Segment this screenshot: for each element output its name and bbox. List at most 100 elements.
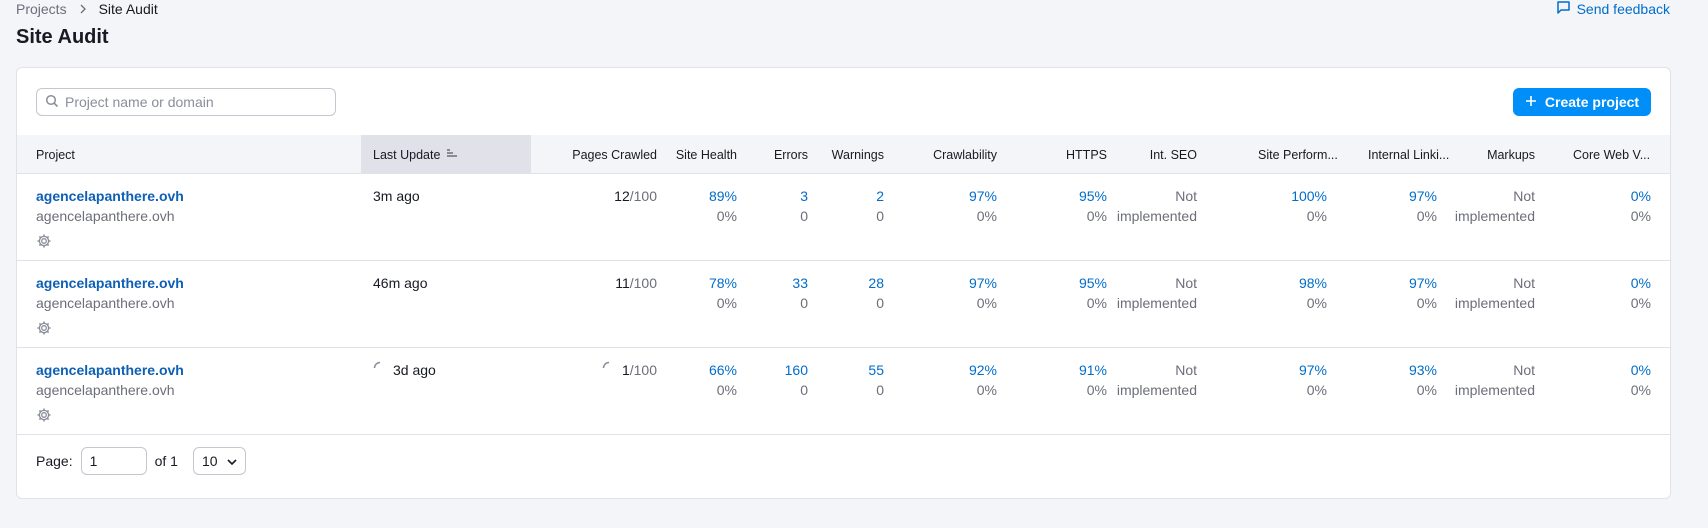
project-name-link[interactable]: agencelapanthere.ovh	[36, 275, 184, 291]
site-performance-value[interactable]: 97%	[1299, 361, 1327, 381]
col-int-seo[interactable]: Int. SEO	[1150, 135, 1197, 174]
https-delta: 0%	[1086, 381, 1107, 398]
errors-delta: 0	[800, 381, 808, 398]
int-seo-status: Not	[1175, 188, 1197, 204]
table-header: Project Last Update Pages Crawled Site H…	[17, 135, 1670, 174]
internal-linking-value[interactable]: 97%	[1409, 274, 1437, 294]
core-web-vitals-value[interactable]: 0%	[1631, 187, 1651, 207]
site-health-delta: 0%	[716, 294, 737, 311]
errors-value[interactable]: 33	[792, 274, 808, 294]
markups-status: Not	[1513, 188, 1535, 204]
project-name-link[interactable]: agencelapanthere.ovh	[36, 188, 184, 204]
markups-status: Not	[1513, 275, 1535, 291]
crawlability-value[interactable]: 92%	[969, 361, 997, 381]
col-warnings[interactable]: Warnings	[832, 135, 884, 174]
pages-crawled-count: 12	[614, 188, 630, 204]
sort-icon	[446, 148, 458, 162]
last-update: 3m ago	[373, 188, 420, 204]
pages-crawled: 12/100	[614, 187, 657, 207]
loading-spinner-icon	[373, 361, 387, 381]
internal-linking-value[interactable]: 97%	[1409, 187, 1437, 207]
col-last-update-label: Last Update	[373, 147, 441, 162]
col-site-health[interactable]: Site Health	[676, 135, 737, 174]
col-pages-crawled[interactable]: Pages Crawled	[572, 135, 657, 174]
col-https[interactable]: HTTPS	[1066, 135, 1107, 174]
markups-status-2: implemented	[1454, 207, 1535, 224]
pages-crawled-count: 1	[621, 362, 630, 378]
site-performance-value[interactable]: 100%	[1291, 187, 1327, 207]
internal-linking-delta: 0%	[1416, 294, 1437, 311]
int-seo-status-2: implemented	[1116, 207, 1197, 224]
create-project-button[interactable]: Create project	[1513, 88, 1651, 116]
send-feedback-label: Send feedback	[1576, 1, 1670, 17]
col-project[interactable]: Project	[36, 135, 75, 174]
site-health-value[interactable]: 89%	[709, 187, 737, 207]
core-web-vitals-delta: 0%	[1630, 381, 1651, 398]
gear-icon[interactable]	[36, 233, 52, 249]
errors-value[interactable]: 3	[800, 187, 808, 207]
markups-status-2: implemented	[1454, 294, 1535, 311]
internal-linking-delta: 0%	[1416, 207, 1437, 224]
project-domain: agencelapanthere.ovh	[36, 294, 175, 311]
pages-crawled: 1/100	[602, 361, 657, 381]
internal-linking-value[interactable]: 93%	[1409, 361, 1437, 381]
warnings-value[interactable]: 2	[876, 187, 884, 207]
page-number-input[interactable]	[80, 447, 147, 475]
crawlability-value[interactable]: 97%	[969, 274, 997, 294]
per-page-value: 10	[201, 453, 218, 469]
last-update-text: 3d ago	[393, 362, 436, 378]
core-web-vitals-value[interactable]: 0%	[1631, 274, 1651, 294]
breadcrumb-projects-link[interactable]: Projects	[16, 1, 67, 17]
col-site-performance[interactable]: Site Perform...	[1258, 135, 1338, 174]
markups-status-2: implemented	[1454, 381, 1535, 398]
chevron-down-icon	[227, 453, 237, 469]
plus-icon	[1525, 94, 1537, 110]
core-web-vitals-value[interactable]: 0%	[1631, 361, 1651, 381]
project-domain: agencelapanthere.ovh	[36, 207, 175, 224]
warnings-value[interactable]: 28	[868, 274, 884, 294]
search-input[interactable]	[65, 90, 335, 114]
col-internal-linking[interactable]: Internal Linki...	[1368, 135, 1449, 174]
col-markups[interactable]: Markups	[1487, 135, 1535, 174]
page-title: Site Audit	[16, 26, 109, 48]
https-delta: 0%	[1086, 294, 1107, 311]
gear-icon[interactable]	[36, 407, 52, 423]
send-feedback-link[interactable]: Send feedback	[1556, 0, 1670, 18]
col-core-web-vitals[interactable]: Core Web V...	[1573, 135, 1650, 174]
per-page-select[interactable]: 10	[192, 447, 246, 475]
https-value[interactable]: 91%	[1079, 361, 1107, 381]
site-performance-value[interactable]: 98%	[1299, 274, 1327, 294]
pages-crawled-limit: /100	[629, 275, 657, 291]
pages-crawled-count: 11	[615, 275, 630, 291]
core-web-vitals-delta: 0%	[1630, 294, 1651, 311]
last-update: 46m ago	[373, 275, 428, 291]
project-name-link[interactable]: agencelapanthere.ovh	[36, 362, 184, 378]
gear-icon[interactable]	[36, 320, 52, 336]
col-errors[interactable]: Errors	[774, 135, 808, 174]
create-project-label: Create project	[1544, 94, 1640, 110]
site-health-value[interactable]: 66%	[709, 361, 737, 381]
int-seo-status-2: implemented	[1116, 294, 1197, 311]
https-delta: 0%	[1086, 207, 1107, 224]
core-web-vitals-delta: 0%	[1630, 207, 1651, 224]
breadcrumb-current: Site Audit	[98, 1, 158, 17]
https-value[interactable]: 95%	[1079, 187, 1107, 207]
pages-crawled: 11/100	[615, 274, 657, 294]
page-label: Page:	[36, 453, 73, 469]
site-health-value[interactable]: 78%	[709, 274, 737, 294]
col-crawlability[interactable]: Crawlability	[933, 135, 997, 174]
site-performance-delta: 0%	[1306, 381, 1327, 398]
warnings-value[interactable]: 55	[868, 361, 884, 381]
site-health-delta: 0%	[716, 207, 737, 224]
table-row: agencelapanthere.ovh agencelapanthere.ov…	[17, 175, 1670, 261]
warnings-delta: 0	[876, 294, 884, 311]
errors-value[interactable]: 160	[785, 361, 808, 381]
int-seo-status-2: implemented	[1116, 381, 1197, 398]
errors-delta: 0	[800, 294, 808, 311]
page-total-label: of 1	[154, 453, 178, 469]
crawlability-value[interactable]: 97%	[969, 187, 997, 207]
pages-crawled-limit: /100	[629, 188, 657, 204]
search-box[interactable]	[36, 88, 336, 116]
col-last-update[interactable]: Last Update	[361, 135, 531, 174]
https-value[interactable]: 95%	[1079, 274, 1107, 294]
